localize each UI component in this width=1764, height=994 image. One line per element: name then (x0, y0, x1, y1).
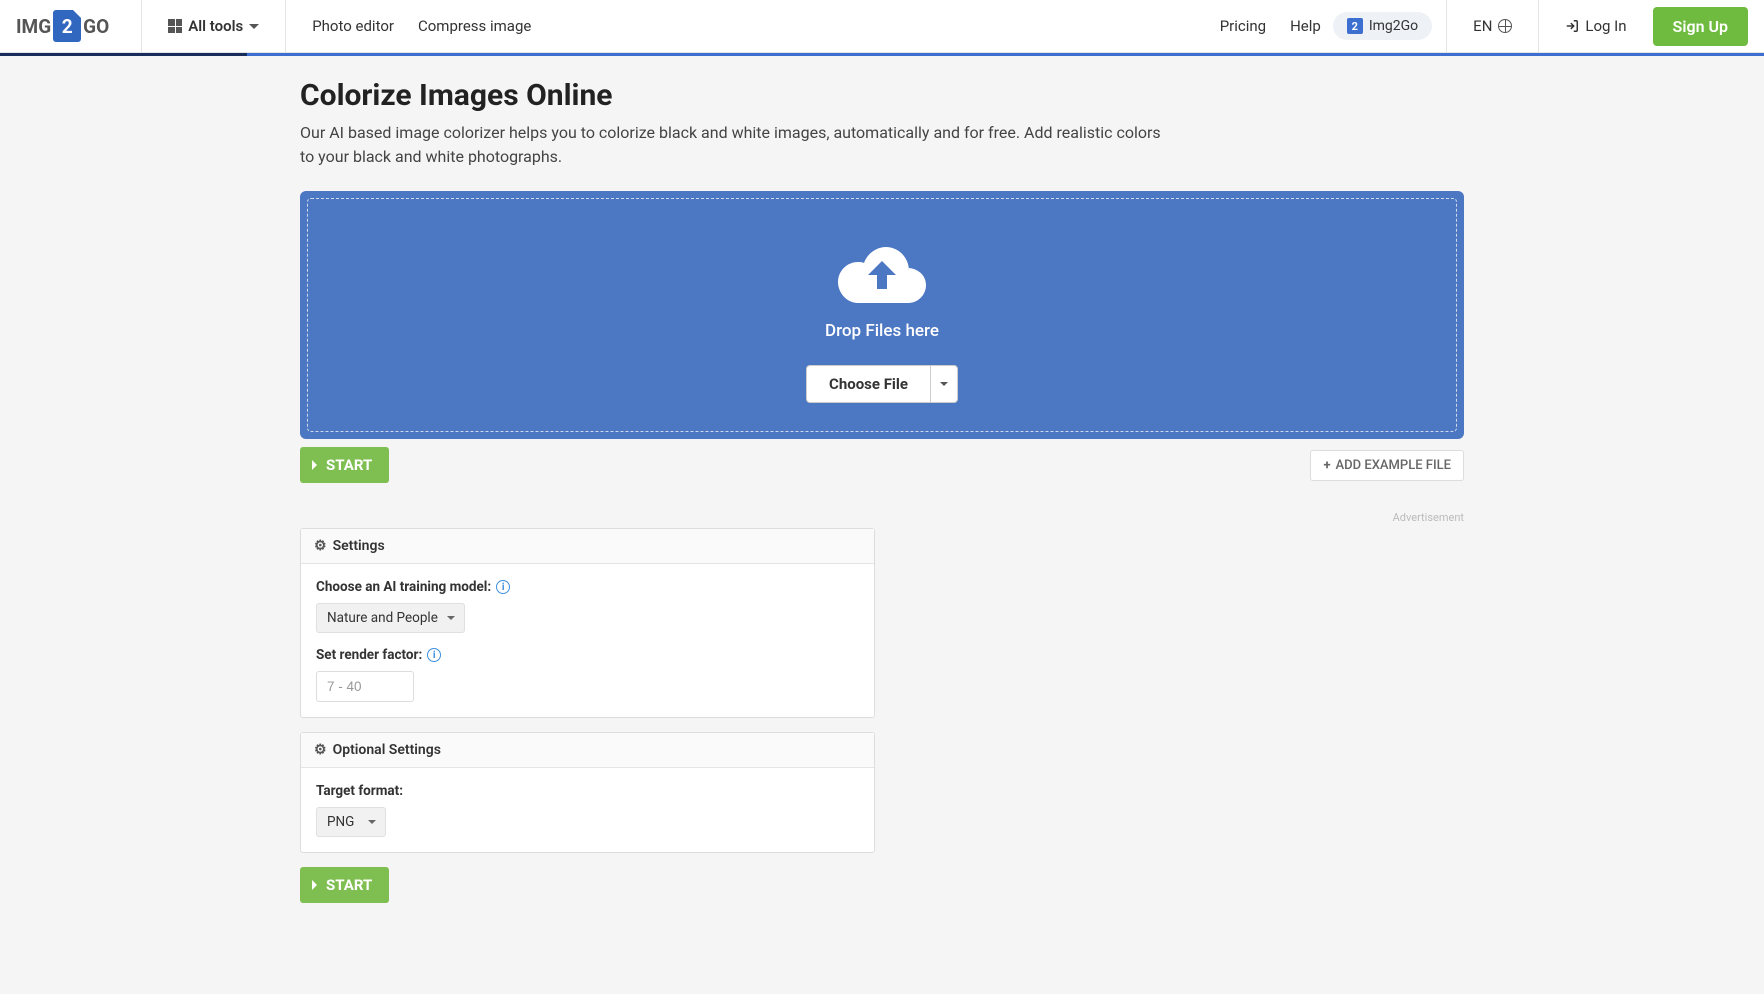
add-example-label: ADD EXAMPLE FILE (1336, 458, 1451, 473)
dropzone-container: Drop Files here Choose File (300, 191, 1464, 439)
divider (1446, 0, 1447, 53)
nav-help[interactable]: Help (1278, 17, 1333, 35)
file-dropzone[interactable]: Drop Files here Choose File (307, 198, 1457, 432)
choose-file-button[interactable]: Choose File (806, 365, 930, 403)
brand-badge[interactable]: 2 Img2Go (1333, 12, 1432, 40)
divider (285, 0, 286, 53)
settings-panel-header: ⚙ Settings (301, 529, 874, 564)
logo-text-post: GO (83, 15, 109, 38)
nav-photo-editor[interactable]: Photo editor (300, 17, 406, 35)
optional-settings-title: Optional Settings (333, 742, 441, 758)
language-switch[interactable]: EN (1461, 17, 1524, 35)
globe-icon (1498, 19, 1512, 33)
render-factor-input[interactable] (316, 671, 414, 702)
plus-icon: + (1323, 458, 1330, 473)
start-button-bottom[interactable]: START (300, 867, 389, 903)
add-example-file-button[interactable]: + ADD EXAMPLE FILE (1310, 450, 1464, 481)
all-tools-menu[interactable]: All tools (156, 17, 271, 35)
gear-icon: ⚙ (314, 742, 327, 758)
chevron-down-icon (249, 24, 259, 34)
top-nav: IMG 2 GO All tools Photo editor Compress… (0, 0, 1764, 53)
login-link[interactable]: Log In (1553, 17, 1638, 35)
page-subtitle: Our AI based image colorizer helps you t… (300, 121, 1170, 169)
drop-text: Drop Files here (318, 321, 1446, 341)
page-title: Colorize Images Online (300, 78, 1464, 113)
settings-panel: ⚙ Settings Choose an AI training model: … (300, 528, 875, 718)
optional-settings-panel: ⚙ Optional Settings Target format: PNG (300, 732, 875, 853)
chevron-down-icon (940, 382, 948, 390)
start-button-top[interactable]: START (300, 447, 389, 483)
choose-file-dropdown[interactable] (930, 365, 958, 403)
logo-text-pre: IMG (16, 15, 51, 38)
model-select[interactable]: Nature and People (316, 603, 465, 633)
target-format-select[interactable]: PNG (316, 807, 386, 837)
all-tools-label: All tools (188, 17, 243, 35)
gear-icon: ⚙ (314, 538, 327, 554)
language-label: EN (1473, 17, 1492, 35)
cloud-upload-icon (318, 243, 1446, 311)
nav-compress-image[interactable]: Compress image (406, 17, 543, 35)
nav-pricing[interactable]: Pricing (1208, 17, 1278, 35)
brand-badge-label: Img2Go (1369, 18, 1418, 34)
logo-mark: 2 (53, 10, 81, 42)
login-icon (1565, 19, 1579, 33)
info-icon[interactable]: i (496, 580, 510, 594)
target-format-label: Target format: (316, 783, 859, 799)
chevron-right-icon (312, 460, 322, 470)
start-label: START (326, 456, 372, 474)
chevron-right-icon (312, 880, 322, 890)
optional-settings-header: ⚙ Optional Settings (301, 733, 874, 768)
settings-title: Settings (333, 538, 385, 554)
grid-icon (168, 19, 182, 33)
advertisement-label: Advertisement (300, 511, 1464, 524)
signup-button[interactable]: Sign Up (1653, 7, 1748, 46)
brand-badge-icon: 2 (1347, 18, 1363, 34)
divider (141, 0, 142, 53)
logo[interactable]: IMG 2 GO (16, 10, 109, 42)
login-label: Log In (1585, 17, 1626, 35)
model-label: Choose an AI training model: i (316, 579, 859, 595)
start-label: START (326, 876, 372, 894)
render-factor-label: Set render factor: i (316, 647, 859, 663)
choose-file-group: Choose File (806, 365, 958, 403)
divider (1538, 0, 1539, 53)
info-icon[interactable]: i (427, 648, 441, 662)
